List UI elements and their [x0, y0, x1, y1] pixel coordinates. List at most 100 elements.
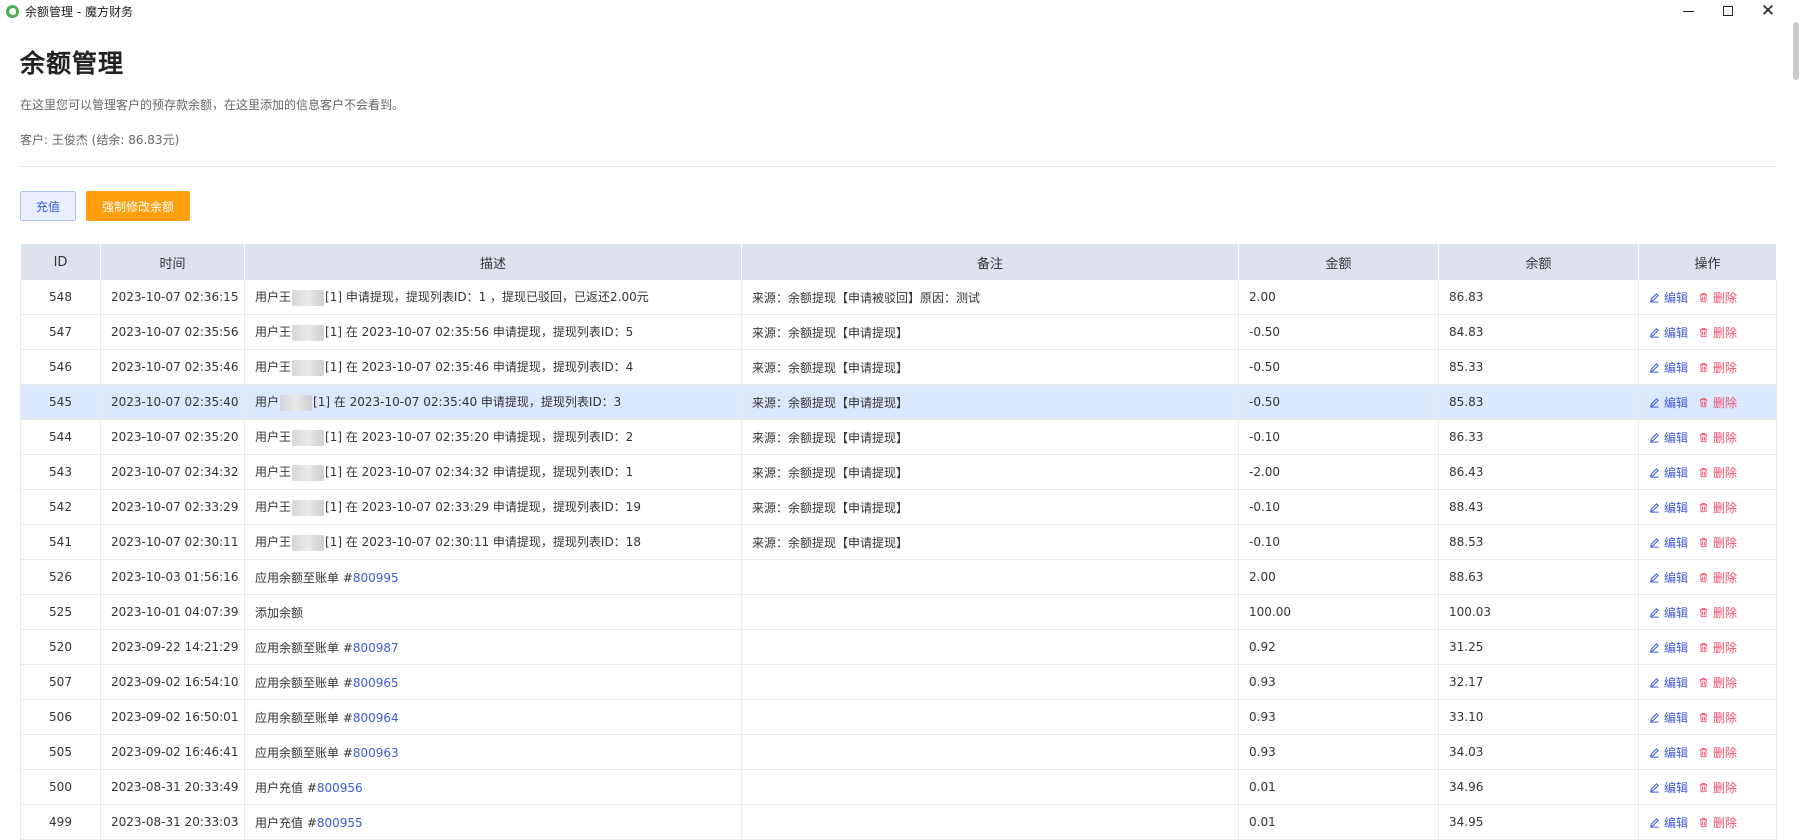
table-row[interactable]: 525 2023-10-01 04:07:39 添加余额 100.00 100.03 编辑…: [20, 594, 1777, 630]
table-row[interactable]: 500 2023-08-31 20:33:49 用户充值 #800956 0.01 34…: [20, 769, 1777, 805]
description-text: 用户王: [255, 325, 292, 340]
edit-label: 编辑: [1664, 675, 1689, 690]
edit-button[interactable]: 编辑: [1649, 534, 1688, 551]
table-row[interactable]: 505 2023-09-02 16:46:41 应用余额至账单 #800963 0.9…: [20, 734, 1777, 770]
table-row[interactable]: 507 2023-09-02 16:54:10 应用余额至账单 #800965 0.9…: [20, 664, 1777, 700]
bill-link[interactable]: 800965: [353, 676, 399, 690]
cell-description: 应用余额至账单 #800995: [244, 559, 742, 595]
table-row[interactable]: 526 2023-10-03 01:56:16 应用余额至账单 #800995 2.0…: [20, 559, 1777, 595]
delete-button[interactable]: 删除: [1698, 534, 1737, 551]
pencil-icon: [1649, 537, 1660, 548]
trash-icon: [1698, 712, 1709, 723]
bill-link[interactable]: 800995: [353, 571, 399, 585]
delete-button[interactable]: 删除: [1698, 464, 1737, 481]
header-note: 备注: [741, 243, 1239, 280]
table-row[interactable]: 547 2023-10-07 02:35:56 用户王 [1] 在 2023-10-0…: [20, 314, 1777, 350]
description-detail: [1] 在 2023-10-07 02:35:40 申请提现，提现列表ID：3: [313, 395, 622, 410]
bill-link[interactable]: 800956: [317, 781, 363, 795]
cell-description: 应用余额至账单 #800964: [244, 699, 742, 735]
table-row[interactable]: 548 2023-10-07 02:36:15 用户王 [1] 申请提现，提现列表ID…: [20, 280, 1777, 315]
cell-note: [741, 769, 1239, 805]
cell-amount: -0.10: [1238, 489, 1439, 525]
delete-button[interactable]: 删除: [1698, 394, 1737, 411]
delete-button[interactable]: 删除: [1698, 674, 1737, 691]
edit-button[interactable]: 编辑: [1649, 394, 1688, 411]
redacted-name: [292, 499, 325, 516]
table-row[interactable]: 499 2023-08-31 20:33:03 用户充值 #800955 0.01 34…: [20, 804, 1777, 840]
delete-label: 删除: [1713, 290, 1738, 305]
cell-id: 548: [20, 280, 101, 315]
pencil-icon: [1649, 432, 1660, 443]
delete-button[interactable]: 删除: [1698, 324, 1737, 341]
description-text: 应用余额至账单 #: [255, 675, 353, 690]
pencil-icon: [1649, 747, 1660, 758]
table-row[interactable]: 546 2023-10-07 02:35:46 用户王 [1] 在 2023-10-0…: [20, 349, 1777, 385]
delete-button[interactable]: 删除: [1698, 709, 1737, 726]
delete-button[interactable]: 删除: [1698, 744, 1737, 761]
edit-button[interactable]: 编辑: [1649, 464, 1688, 481]
edit-button[interactable]: 编辑: [1649, 604, 1688, 621]
delete-button[interactable]: 删除: [1698, 604, 1737, 621]
edit-label: 编辑: [1664, 430, 1689, 445]
cell-balance: 34.96: [1438, 769, 1639, 805]
table-row[interactable]: 541 2023-10-07 02:30:11 用户王 [1] 在 2023-10-0…: [20, 524, 1777, 560]
table-row[interactable]: 544 2023-10-07 02:35:20 用户王 [1] 在 2023-10-0…: [20, 419, 1777, 455]
minimize-button[interactable]: [1668, 0, 1708, 22]
delete-label: 删除: [1713, 500, 1738, 515]
edit-label: 编辑: [1664, 465, 1689, 480]
table-row[interactable]: 545 2023-10-07 02:35:40 用户 [1] 在 2023-10-07…: [20, 384, 1777, 420]
delete-button[interactable]: 删除: [1698, 359, 1737, 376]
bill-link[interactable]: 800964: [353, 711, 399, 725]
cell-amount: 0.01: [1238, 804, 1439, 840]
bill-link[interactable]: 800963: [353, 746, 399, 760]
description-text: 用户王: [255, 430, 292, 445]
toolbar: 充值 强制修改余额: [20, 191, 1776, 221]
cell-note: 来源：余额提现【申请提现】: [741, 524, 1239, 560]
force-modify-balance-button[interactable]: 强制修改余额: [86, 191, 191, 221]
trash-icon: [1698, 467, 1709, 478]
pencil-icon: [1649, 572, 1660, 583]
maximize-button[interactable]: [1708, 0, 1748, 22]
delete-button[interactable]: 删除: [1698, 429, 1737, 446]
delete-button[interactable]: 删除: [1698, 639, 1737, 656]
edit-button[interactable]: 编辑: [1649, 289, 1688, 306]
pencil-icon: [1649, 292, 1660, 303]
delete-button[interactable]: 删除: [1698, 779, 1737, 796]
delete-button[interactable]: 删除: [1698, 569, 1737, 586]
redacted-name: [280, 394, 313, 411]
trash-icon: [1698, 782, 1709, 793]
edit-button[interactable]: 编辑: [1649, 324, 1688, 341]
cell-description: 应用余额至账单 #800965: [244, 664, 742, 700]
edit-button[interactable]: 编辑: [1649, 779, 1688, 796]
bill-link[interactable]: 800987: [353, 641, 399, 655]
trash-icon: [1698, 397, 1709, 408]
recharge-button[interactable]: 充值: [20, 191, 77, 221]
edit-button[interactable]: 编辑: [1649, 674, 1688, 691]
edit-button[interactable]: 编辑: [1649, 569, 1688, 586]
trash-icon: [1698, 817, 1709, 828]
trash-icon: [1698, 292, 1709, 303]
edit-button[interactable]: 编辑: [1649, 359, 1688, 376]
edit-button[interactable]: 编辑: [1649, 709, 1688, 726]
table-row[interactable]: 506 2023-09-02 16:50:01 应用余额至账单 #800964 0.9…: [20, 699, 1777, 735]
edit-button[interactable]: 编辑: [1649, 639, 1688, 656]
delete-label: 删除: [1713, 640, 1738, 655]
edit-button[interactable]: 编辑: [1649, 744, 1688, 761]
bill-link[interactable]: 800955: [317, 816, 363, 830]
cell-id: 546: [20, 349, 101, 385]
delete-button[interactable]: 删除: [1698, 499, 1737, 516]
table-row[interactable]: 543 2023-10-07 02:34:32 用户王 [1] 在 2023-10-0…: [20, 454, 1777, 490]
vertical-scrollbar[interactable]: [1793, 22, 1799, 80]
edit-button[interactable]: 编辑: [1649, 429, 1688, 446]
delete-button[interactable]: 删除: [1698, 289, 1737, 306]
edit-button[interactable]: 编辑: [1649, 499, 1688, 516]
table-row[interactable]: 542 2023-10-07 02:33:29 用户王 [1] 在 2023-10-0…: [20, 489, 1777, 525]
cell-note: 来源：余额提现【申请被驳回】原因：测试: [741, 280, 1239, 315]
cell-note: 来源：余额提现【申请提现】: [741, 419, 1239, 455]
close-button[interactable]: ✕: [1748, 0, 1788, 22]
cell-description: 用户王 [1] 在 2023-10-07 02:35:20 申请提现，提现列表ID…: [244, 419, 742, 455]
cell-time: 2023-10-01 04:07:39: [100, 594, 245, 630]
table-row[interactable]: 520 2023-09-22 14:21:29 应用余额至账单 #800987 0.9…: [20, 629, 1777, 665]
cell-id: 544: [20, 419, 101, 455]
cell-actions: 编辑 删除: [1638, 314, 1777, 350]
